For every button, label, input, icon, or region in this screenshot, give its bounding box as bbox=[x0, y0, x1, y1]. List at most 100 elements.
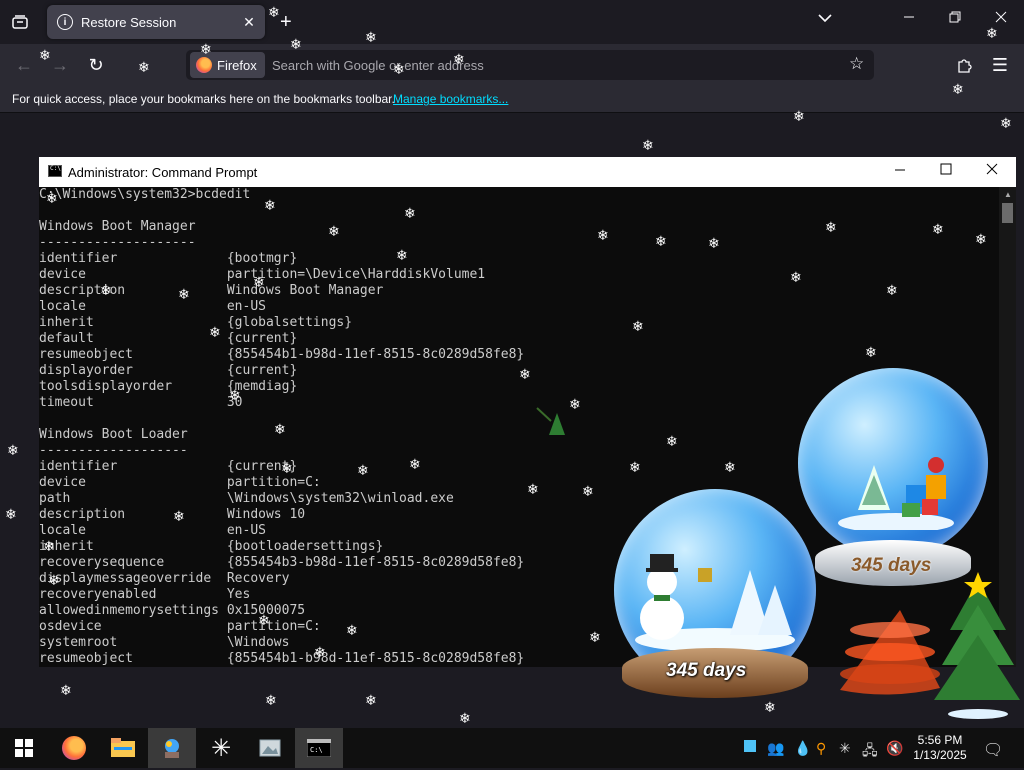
snowflake-icon: ❄ bbox=[582, 483, 594, 499]
cmd-line: C:\Windows\system32>bcdedit bbox=[39, 187, 251, 202]
file-explorer-icon bbox=[111, 738, 135, 757]
command-prompt-icon: C:\ bbox=[307, 739, 331, 757]
manage-bookmarks-link[interactable]: Manage bookmarks... bbox=[393, 92, 508, 106]
snowflake-icon: ❄ bbox=[253, 274, 265, 290]
snowflake-icon: ❄ bbox=[357, 462, 369, 478]
tab-restore-session[interactable]: i Restore Session ✕ bbox=[47, 5, 265, 39]
tab-list-icon[interactable] bbox=[8, 10, 32, 34]
extensions-button[interactable] bbox=[952, 53, 976, 77]
start-icon bbox=[15, 739, 33, 757]
snowflake-icon: ❄ bbox=[986, 25, 998, 41]
taskbar-file-explorer[interactable] bbox=[99, 728, 147, 768]
taskbar-snowflake-app[interactable]: ✳ bbox=[197, 728, 245, 768]
snowflake-icon: ❄ bbox=[708, 235, 720, 251]
snowflake-icon: ❄ bbox=[200, 41, 212, 57]
tab-title: Restore Session bbox=[81, 14, 177, 30]
bookmarks-message: For quick access, place your bookmarks h… bbox=[12, 92, 395, 106]
cmd-line: device partition=\Device\HarddiskVolume1 bbox=[39, 267, 486, 282]
new-tab-button[interactable]: + bbox=[280, 10, 292, 34]
snowflake-icon: ❄ bbox=[396, 247, 408, 263]
taskbar-clock[interactable]: 5:56 PM 1/13/2025 bbox=[912, 733, 968, 763]
cmd-line: inherit {globalsettings} bbox=[39, 315, 353, 330]
clock-time: 5:56 PM bbox=[917, 733, 963, 747]
people-icon[interactable]: 👥 bbox=[767, 740, 784, 757]
taskbar-command-prompt[interactable]: C:\ bbox=[295, 728, 343, 768]
snowflake-icon: ❄ bbox=[629, 459, 641, 475]
snowflake-icon: ❄ bbox=[393, 61, 405, 77]
cmd-maximize-button[interactable] bbox=[940, 162, 952, 180]
cmd-line: resumeobject {855454b1-b98d-11ef-8515-8c… bbox=[39, 347, 525, 362]
snowflake-icon: ❄ bbox=[459, 710, 471, 726]
app-square-icon[interactable] bbox=[744, 739, 756, 755]
cmd-title: Administrator: Command Prompt bbox=[68, 165, 258, 180]
close-icon[interactable]: ✕ bbox=[239, 14, 259, 31]
star-icon: ☆ bbox=[849, 54, 865, 73]
snowman-icon bbox=[635, 554, 795, 650]
water-drop-icon[interactable]: 💧 bbox=[794, 740, 811, 757]
reload-button[interactable]: ↻ bbox=[84, 53, 108, 77]
close-icon bbox=[995, 11, 1007, 23]
arrow-right-icon: → bbox=[51, 54, 69, 75]
desktop-toy-icon bbox=[165, 739, 179, 758]
snowflake-icon: ❄ bbox=[793, 108, 805, 124]
notifications-icon[interactable]: 🗨 bbox=[983, 740, 1003, 760]
snowflake-icon: ❄ bbox=[138, 59, 150, 75]
snowflake-icon: ❄ bbox=[597, 227, 609, 243]
snowflake-icon: ❄ bbox=[527, 481, 539, 497]
scroll-up-icon[interactable]: ▲ bbox=[1004, 190, 1012, 199]
snowflake-icon: ❄ bbox=[975, 231, 987, 247]
gifts-and-tree-icon bbox=[838, 457, 954, 530]
snowflake-icon: ❄ bbox=[569, 396, 581, 412]
firefox-icon bbox=[62, 736, 86, 760]
firefox-logo-icon bbox=[196, 57, 212, 73]
cmd-line: identifier {bootmgr} bbox=[39, 251, 298, 266]
scroll-thumb[interactable] bbox=[1002, 203, 1013, 223]
taskbar: ✳ C:\ 👥 💧 ⚲ ✳ 🖧 🔇 🗨 bbox=[0, 728, 1024, 768]
snowflake-icon: ❄ bbox=[100, 282, 112, 298]
snowflake-icon: ❄ bbox=[346, 622, 358, 638]
cmd-close-button[interactable] bbox=[986, 162, 998, 180]
snowflake-icon: ❄ bbox=[60, 682, 72, 698]
taskbar-photos[interactable] bbox=[246, 728, 294, 768]
back-button[interactable]: ← bbox=[12, 53, 36, 77]
snowflake-icon: ❄ bbox=[43, 538, 55, 554]
bookmarks-toolbar: For quick access, place your bookmarks h… bbox=[0, 86, 1024, 113]
search-magnifier-icon[interactable]: ⚲ bbox=[816, 740, 826, 757]
bookmark-star-button[interactable]: ☆ bbox=[849, 54, 864, 74]
app-menu-button[interactable]: ☰ bbox=[988, 53, 1012, 77]
snowflake-tray-icon[interactable]: ✳ bbox=[839, 740, 851, 757]
snowflake-icon: ❄ bbox=[764, 699, 776, 715]
taskbar-desktop-toy[interactable] bbox=[148, 728, 196, 768]
cmd-minimize-button[interactable] bbox=[894, 162, 906, 180]
list-all-tabs-button[interactable] bbox=[818, 10, 832, 27]
cmd-title-bar[interactable]: Administrator: Command Prompt bbox=[39, 157, 1016, 187]
snowflake-icon: ❄ bbox=[209, 324, 221, 340]
snowflake-icon: ❄ bbox=[281, 460, 293, 476]
maximize-icon bbox=[940, 163, 952, 175]
restore-button[interactable] bbox=[949, 10, 961, 27]
url-input[interactable]: Search with Google or enter address bbox=[272, 58, 484, 73]
forward-button[interactable]: → bbox=[48, 53, 72, 77]
snowflake-icon: ❄ bbox=[865, 344, 877, 360]
snowflake-app-icon: ✳ bbox=[210, 734, 232, 762]
minimize-button[interactable] bbox=[903, 10, 915, 27]
snowflake-icon: ❄ bbox=[365, 29, 377, 45]
start-button[interactable] bbox=[0, 728, 48, 768]
svg-text:C:\: C:\ bbox=[310, 746, 323, 754]
snowflake-icon: ❄ bbox=[519, 366, 531, 382]
network-icon[interactable]: 🖧 bbox=[862, 740, 878, 764]
globe-left-label: 345 days bbox=[666, 660, 747, 681]
command-prompt-icon bbox=[48, 165, 62, 177]
snowflake-icon: ❄ bbox=[274, 421, 286, 437]
snowflake-icon: ❄ bbox=[632, 318, 644, 334]
snowflake-icon: ❄ bbox=[825, 219, 837, 235]
snowflake-icon: ❄ bbox=[1000, 115, 1012, 131]
snowflake-icon: ❄ bbox=[409, 456, 421, 472]
snowflake-icon: ❄ bbox=[589, 629, 601, 645]
volume-muted-icon[interactable]: 🔇 bbox=[886, 740, 903, 757]
hamburger-icon: ☰ bbox=[991, 54, 1009, 75]
snowflake-icon: ❄ bbox=[178, 286, 190, 302]
taskbar-firefox[interactable] bbox=[50, 728, 98, 768]
snowflake-icon: ❄ bbox=[932, 221, 944, 237]
restore-icon bbox=[949, 11, 961, 23]
